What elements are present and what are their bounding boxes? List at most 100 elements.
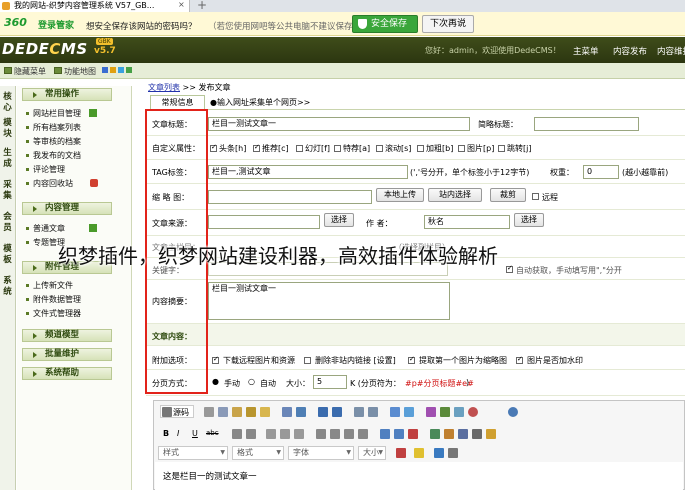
vtab-generate[interactable]: 生成 [1, 148, 14, 170]
find-icon[interactable] [354, 407, 364, 417]
thumb-input[interactable] [208, 190, 372, 204]
paste-icon[interactable] [232, 407, 242, 417]
author-select-button[interactable]: 选择 [514, 213, 544, 227]
first-image-thumb-checkbox[interactable] [408, 355, 415, 364]
sidebar-item-column-manage[interactable]: 网站栏目管理 [26, 108, 81, 119]
tab-general-info[interactable]: 常规信息 [150, 95, 205, 109]
short-title-input[interactable] [534, 117, 639, 131]
indent-icon[interactable] [280, 429, 290, 439]
bullet-list-icon[interactable] [246, 429, 256, 439]
strike-button[interactable]: abc [206, 427, 219, 440]
maximize-icon[interactable] [434, 448, 444, 458]
next-time-button[interactable]: 下次再说 [422, 15, 474, 33]
download-remote-checkbox[interactable] [212, 355, 219, 364]
undo-icon[interactable] [318, 407, 328, 417]
flash-icon[interactable] [444, 429, 454, 439]
editor-content[interactable]: 这是栏目一的测试文章一 [155, 462, 683, 490]
vtab-module[interactable]: 模块 [1, 118, 14, 140]
align-right-icon[interactable] [344, 429, 354, 439]
smiley-icon[interactable] [486, 429, 496, 439]
attr-f-checkbox[interactable] [296, 145, 303, 152]
source-select-button[interactable]: 选择 [324, 213, 354, 227]
unlink-icon[interactable] [394, 429, 404, 439]
auto-keywords-checkbox[interactable] [506, 264, 513, 273]
paging-auto-radio[interactable]: ○ [248, 377, 255, 386]
radio-icon[interactable] [454, 407, 464, 417]
remote-checkbox[interactable] [532, 193, 539, 200]
paging-size-input[interactable]: 5 [313, 375, 347, 389]
remove-links-checkbox[interactable] [304, 357, 311, 364]
ordered-list-icon[interactable] [232, 429, 242, 439]
add-column-icon[interactable] [89, 109, 97, 117]
nav-content-maintain[interactable]: 内容维护 [657, 45, 685, 57]
sidebar-group-batch[interactable]: 批量维护 [22, 348, 112, 361]
breadcrumb-link[interactable]: 文章列表 [148, 83, 180, 92]
style-dropdown[interactable]: 样式 [158, 446, 228, 460]
outdent-icon[interactable] [266, 429, 276, 439]
title-input[interactable]: 栏目一测试文章一 [208, 117, 470, 131]
source-input[interactable] [208, 215, 320, 229]
remove-format-icon[interactable] [404, 407, 414, 417]
bg-color-icon[interactable] [414, 448, 424, 458]
sidebar-group-channel-model[interactable]: 频道模型 [22, 329, 112, 342]
format-dropdown[interactable]: 格式 [232, 446, 284, 460]
sidebar-item-article[interactable]: 普通文章 [26, 223, 65, 234]
hr-icon[interactable] [472, 429, 482, 439]
function-map-button[interactable]: 功能地图 [54, 66, 96, 77]
sidebar-group-help[interactable]: 系统帮助 [22, 367, 112, 380]
skin-green-swatch[interactable] [126, 67, 132, 73]
tab-collect-url[interactable]: ●输入网址采集单个网页>> [210, 97, 310, 108]
spellcheck-icon[interactable] [296, 407, 306, 417]
table-icon[interactable] [458, 429, 468, 439]
site-select-button[interactable]: 站内选择 [428, 188, 482, 202]
watermark-checkbox[interactable] [516, 355, 523, 364]
attr-j-checkbox[interactable] [498, 145, 505, 152]
image-icon[interactable] [430, 429, 440, 439]
font-dropdown[interactable]: 字体 [288, 446, 354, 460]
link-icon[interactable] [380, 429, 390, 439]
attr-a-checkbox[interactable] [334, 145, 341, 152]
skin-orange-swatch[interactable] [110, 67, 116, 73]
align-justify-icon[interactable] [358, 429, 368, 439]
vtab-system[interactable]: 系统 [1, 276, 14, 298]
attr-c-checkbox[interactable] [253, 143, 260, 152]
vtab-collect[interactable]: 采集 [1, 180, 14, 202]
paste-word-icon[interactable] [260, 407, 270, 417]
sidebar-group-common[interactable]: 常用操作 [22, 88, 112, 101]
print-icon[interactable] [282, 407, 292, 417]
sidebar-item-all-docs[interactable]: 所有档案列表 [26, 122, 81, 133]
sidebar-item-attach-data[interactable]: 附件数据管理 [26, 294, 81, 305]
replace-icon[interactable] [368, 407, 378, 417]
cut-icon[interactable] [204, 407, 214, 417]
vtab-core[interactable]: 核心 [1, 92, 14, 114]
sidebar-item-pending-docs[interactable]: 等审核的档案 [26, 136, 81, 147]
redo-icon[interactable] [332, 407, 342, 417]
paging-manual-radio[interactable]: ● [212, 377, 219, 386]
summary-textarea[interactable]: 栏目一测试文章一 [208, 282, 450, 320]
blockquote-icon[interactable] [294, 429, 304, 439]
attr-s-checkbox[interactable] [376, 145, 383, 152]
crop-button[interactable]: 裁剪 [490, 188, 526, 202]
attr-p-checkbox[interactable] [458, 145, 465, 152]
sidebar-item-upload[interactable]: 上传新文件 [26, 280, 73, 291]
sidebar-group-content[interactable]: 内容管理 [22, 202, 112, 215]
italic-button[interactable]: I [177, 427, 179, 440]
size-dropdown[interactable]: 大小 [358, 446, 386, 460]
sidebar-item-comments[interactable]: 评论管理 [26, 164, 65, 175]
author-input[interactable]: 秋名 [424, 215, 510, 229]
attr-b-checkbox[interactable] [417, 145, 424, 152]
anchor-icon[interactable] [408, 429, 418, 439]
sidebar-item-file-manager[interactable]: 文件式管理器 [26, 308, 81, 319]
copy-icon[interactable] [218, 407, 228, 417]
select-all-icon[interactable] [390, 407, 400, 417]
attr-h-checkbox[interactable] [210, 143, 217, 152]
form-icon[interactable] [426, 407, 436, 417]
button-icon[interactable] [508, 407, 518, 417]
underline-button[interactable]: U [192, 427, 198, 440]
add-article-icon[interactable] [89, 224, 97, 232]
skin-cyan-swatch[interactable] [118, 67, 124, 73]
align-left-icon[interactable] [316, 429, 326, 439]
tab-close-icon[interactable]: × [178, 0, 185, 9]
upload-button[interactable]: 本地上传 [376, 188, 424, 202]
skin-blue-swatch[interactable] [102, 67, 108, 73]
